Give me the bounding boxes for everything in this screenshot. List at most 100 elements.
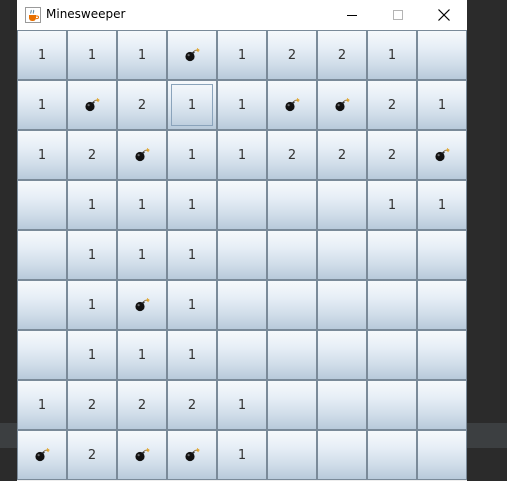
mine-cell[interactable]: 1 — [17, 130, 67, 180]
mine-cell[interactable]: 2 — [367, 80, 417, 130]
mine-cell[interactable] — [267, 180, 317, 230]
mine-cell[interactable] — [217, 180, 267, 230]
cell-number: 1 — [37, 147, 47, 163]
bomb-icon — [184, 48, 200, 62]
mine-cell[interactable]: 1 — [67, 230, 117, 280]
minimize-button[interactable] — [329, 0, 375, 30]
mine-cell[interactable] — [17, 180, 67, 230]
title-bar[interactable]: Minesweeper — [17, 0, 467, 30]
mine-cell[interactable]: 2 — [117, 380, 167, 430]
mine-cell[interactable]: 1 — [67, 30, 117, 80]
mine-cell[interactable] — [17, 280, 67, 330]
cell-number: 1 — [87, 347, 97, 363]
maximize-button[interactable] — [375, 0, 421, 30]
mine-cell[interactable]: 1 — [217, 80, 267, 130]
mine-cell[interactable] — [17, 430, 67, 480]
mine-cell[interactable] — [417, 230, 467, 280]
mine-cell[interactable]: 1 — [17, 30, 67, 80]
cell-number: 2 — [87, 397, 97, 413]
mine-cell[interactable]: 2 — [117, 80, 167, 130]
cell-number: 1 — [37, 397, 47, 413]
mine-cell[interactable]: 1 — [167, 280, 217, 330]
close-button[interactable] — [421, 0, 467, 30]
mine-cell[interactable] — [267, 430, 317, 480]
mine-cell[interactable] — [267, 380, 317, 430]
mine-cell[interactable]: 1 — [167, 330, 217, 380]
mine-cell[interactable]: 1 — [367, 180, 417, 230]
mine-cell[interactable]: 1 — [117, 330, 167, 380]
mine-cell[interactable] — [267, 330, 317, 380]
mine-cell[interactable] — [17, 330, 67, 380]
mine-cell[interactable] — [117, 430, 167, 480]
mine-cell[interactable]: 1 — [217, 380, 267, 430]
mine-cell[interactable]: 2 — [67, 130, 117, 180]
mine-cell[interactable] — [417, 380, 467, 430]
cell-number: 1 — [87, 297, 97, 313]
mine-cell[interactable] — [67, 80, 117, 130]
mine-cell[interactable]: 1 — [17, 380, 67, 430]
mine-cell[interactable]: 1 — [167, 180, 217, 230]
mine-cell[interactable] — [367, 380, 417, 430]
mine-cell[interactable] — [17, 230, 67, 280]
mine-cell[interactable]: 1 — [417, 80, 467, 130]
mine-cell[interactable]: 2 — [367, 130, 417, 180]
mine-cell[interactable] — [217, 280, 267, 330]
mine-cell[interactable] — [267, 230, 317, 280]
mine-cell[interactable]: 1 — [217, 130, 267, 180]
mine-cell[interactable] — [267, 280, 317, 330]
mine-cell[interactable] — [367, 230, 417, 280]
cell-number: 2 — [287, 147, 297, 163]
mine-cell[interactable] — [417, 30, 467, 80]
mine-cell[interactable]: 1 — [117, 230, 167, 280]
mine-cell[interactable]: 2 — [67, 430, 117, 480]
mine-cell[interactable] — [217, 330, 267, 380]
mine-cell[interactable]: 1 — [117, 180, 167, 230]
cell-number: 2 — [287, 47, 297, 63]
mine-cell[interactable] — [317, 430, 367, 480]
mine-cell[interactable] — [117, 130, 167, 180]
mine-cell[interactable]: 1 — [167, 80, 217, 130]
mine-cell[interactable]: 1 — [417, 180, 467, 230]
mine-cell[interactable]: 2 — [267, 130, 317, 180]
mine-cell[interactable] — [167, 430, 217, 480]
mine-cell[interactable] — [167, 30, 217, 80]
mine-cell[interactable]: 2 — [167, 380, 217, 430]
mine-cell[interactable] — [117, 280, 167, 330]
mine-cell[interactable] — [417, 330, 467, 380]
bomb-icon — [84, 98, 100, 112]
mine-cell[interactable] — [317, 380, 367, 430]
cell-number: 1 — [187, 147, 197, 163]
mine-cell[interactable] — [317, 330, 367, 380]
mine-cell[interactable]: 1 — [367, 30, 417, 80]
mine-cell[interactable]: 1 — [167, 130, 217, 180]
bomb-icon — [34, 448, 50, 462]
mine-cell[interactable]: 1 — [17, 80, 67, 130]
mine-cell[interactable] — [217, 230, 267, 280]
mine-cell[interactable] — [317, 230, 367, 280]
mine-cell[interactable] — [417, 130, 467, 180]
mine-cell[interactable] — [317, 180, 367, 230]
mine-cell[interactable] — [417, 430, 467, 480]
mine-cell[interactable]: 2 — [67, 380, 117, 430]
mine-cell[interactable] — [367, 430, 417, 480]
mine-cell[interactable]: 1 — [67, 330, 117, 380]
mine-cell[interactable]: 2 — [267, 30, 317, 80]
cell-number: 2 — [337, 47, 347, 63]
cell-number: 1 — [437, 97, 447, 113]
bomb-icon — [184, 448, 200, 462]
mine-cell[interactable] — [417, 280, 467, 330]
mine-cell[interactable]: 1 — [167, 230, 217, 280]
mine-cell[interactable] — [317, 80, 367, 130]
cell-number: 1 — [187, 247, 197, 263]
mine-cell[interactable]: 1 — [217, 30, 267, 80]
mine-cell[interactable] — [367, 280, 417, 330]
mine-cell[interactable]: 1 — [67, 280, 117, 330]
mine-cell[interactable] — [367, 330, 417, 380]
mine-cell[interactable] — [267, 80, 317, 130]
mine-cell[interactable]: 2 — [317, 130, 367, 180]
mine-cell[interactable] — [317, 280, 367, 330]
mine-cell[interactable]: 1 — [67, 180, 117, 230]
mine-cell[interactable]: 1 — [217, 430, 267, 480]
mine-cell[interactable]: 1 — [117, 30, 167, 80]
mine-cell[interactable]: 2 — [317, 30, 367, 80]
